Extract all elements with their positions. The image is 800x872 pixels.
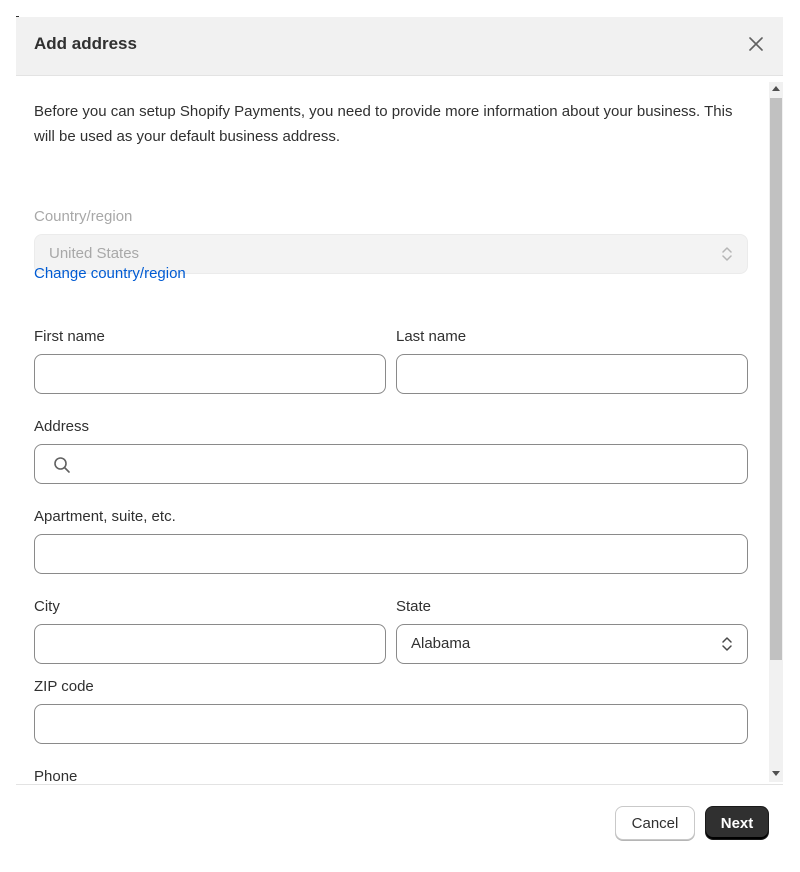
add-address-dialog: Add address Before you can setup Shopify… [16,17,783,857]
chevron-up-down-icon [722,247,732,261]
scrollbar[interactable] [769,82,783,782]
scrollbar-thumb[interactable] [770,98,782,660]
country-value: United States [49,245,140,262]
search-icon [54,457,70,473]
first-name-label: First name [34,328,105,345]
dialog-title: Add address [34,34,137,53]
address-search-field[interactable] [34,444,748,484]
zip-label: ZIP code [34,678,94,695]
scroll-up-arrow-icon[interactable] [771,84,781,92]
dialog-header: Add address [16,17,783,76]
state-value: Alabama [411,635,471,652]
close-icon [749,37,763,51]
close-button[interactable] [746,34,766,54]
apartment-field[interactable] [34,534,748,574]
chevron-up-down-icon [722,637,732,651]
first-name-field[interactable] [34,354,386,394]
last-name-field[interactable] [396,354,748,394]
scroll-down-arrow-icon[interactable] [771,770,781,778]
intro-text: Before you can setup Shopify Payments, y… [34,103,733,145]
dialog-footer: Cancel Next [16,784,783,857]
country-label: Country/region [34,208,133,225]
change-country-link[interactable]: Change country/region [34,265,186,282]
next-button[interactable]: Next [705,806,769,840]
address-label: Address [34,418,90,435]
state-select[interactable]: Alabama [396,624,748,664]
apartment-label: Apartment, suite, etc. [34,508,176,525]
state-label: State [396,598,432,615]
last-name-label: Last name [396,328,467,345]
phone-label: Phone [34,768,78,784]
dialog-body: Before you can setup Shopify Payments, y… [16,76,783,784]
cancel-button[interactable]: Cancel [615,806,695,840]
city-field[interactable] [34,624,386,664]
city-label: City [34,598,60,615]
zip-field[interactable] [34,704,748,744]
